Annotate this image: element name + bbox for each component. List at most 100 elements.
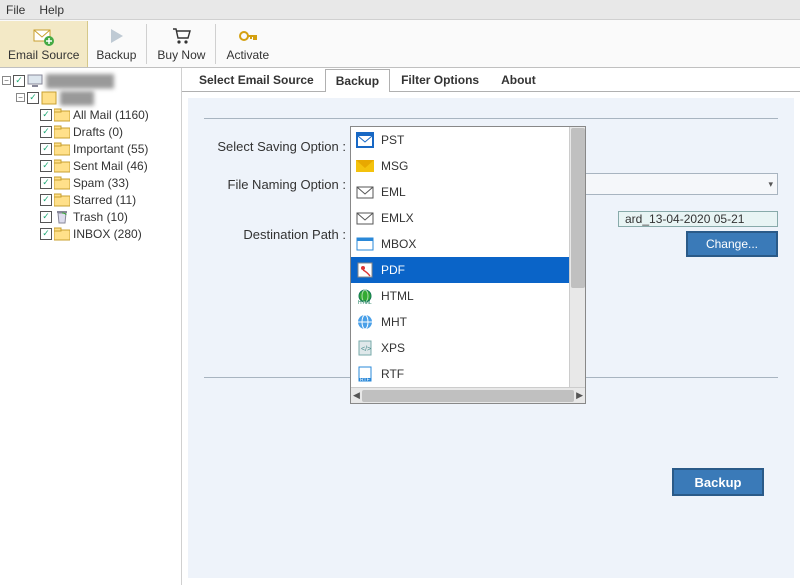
destination-path-value: ard_13-04-2020 05-21 [625,212,744,226]
scroll-right-icon[interactable]: ▶ [576,390,583,401]
tree-item[interactable]: ✓ Starred (11) [2,191,179,208]
toolbar-label: Activate [226,48,269,62]
mht-icon [355,313,375,331]
dropdown-option-label: PDF [381,263,405,277]
dropdown-option-label: MHT [381,315,407,329]
horizontal-scrollbar[interactable]: ◀ ▶ [351,387,585,403]
svg-text:RTF: RTF [360,377,370,382]
cart-icon [170,25,192,47]
dropdown-option-label: EML [381,185,406,199]
dropdown-option-msg[interactable]: MSG [351,153,585,179]
dropdown-option-xps[interactable]: </> XPS [351,335,585,361]
dropdown-option-label: PST [381,133,404,147]
change-button[interactable]: Change... [686,231,778,257]
folder-icon [54,125,70,139]
dropdown-option-emlx[interactable]: EMLX [351,205,585,231]
folder-tree: − ✓ ████████ − ✓ ████ ✓All Mail (1160)✓D… [0,68,182,585]
svg-text:</>: </> [361,346,371,353]
folder-icon [54,227,70,241]
checkbox[interactable]: ✓ [40,160,52,172]
toolbar-label: Backup [96,48,136,62]
scroll-thumb[interactable] [362,390,574,402]
eml-icon [355,209,375,227]
tree-item[interactable]: ✓ Trash (10) [2,208,179,225]
dropdown-option-pdf[interactable]: PDF [351,257,585,283]
checkbox[interactable]: ✓ [40,177,52,189]
svg-text:HTML: HTML [358,300,372,304]
chevron-down-icon: ▾ [768,179,773,190]
folder-icon [54,176,70,190]
msg-icon [355,157,375,175]
backup-button[interactable]: Backup [672,468,764,496]
destination-path-label: Destination Path : [204,227,354,242]
scroll-thumb[interactable] [571,128,585,288]
checkbox[interactable]: ✓ [40,194,52,206]
tab-backup[interactable]: Backup [325,69,390,92]
folder-icon [54,193,70,207]
expand-icon[interactable]: − [16,93,25,102]
dropdown-option-eml[interactable]: EML [351,179,585,205]
tree-root-label: ████████ [46,74,114,88]
naming-option-label: File Naming Option : [204,177,354,192]
tree-item-label: Starred (11) [73,193,136,207]
divider [204,118,778,119]
backup-panel: Select Saving Option : PDF ▾ File Naming… [188,98,794,578]
dropdown-option-mbox[interactable]: MBOX [351,231,585,257]
activate-button[interactable]: Activate [218,21,277,67]
folder-icon [54,210,70,224]
tree-item[interactable]: ✓Drafts (0) [2,123,179,140]
backup-toolbar-button[interactable]: Backup [88,21,144,67]
buy-now-button[interactable]: Buy Now [149,21,213,67]
dropdown-option-label: HTML [381,289,414,303]
rtf-icon: RTF [355,365,375,383]
pst-icon [355,131,375,149]
computer-icon [27,74,43,88]
dropdown-option-label: MBOX [381,237,416,251]
tab-filter-options[interactable]: Filter Options [390,68,490,91]
checkbox[interactable]: ✓ [40,228,52,240]
dropdown-option-rtf[interactable]: RTFRTF [351,361,585,387]
saving-option-label: Select Saving Option : [204,139,354,154]
menubar: File Help [0,0,800,20]
checkbox[interactable]: ✓ [13,75,25,87]
checkbox[interactable]: ✓ [40,126,52,138]
tree-item[interactable]: ✓ Spam (33) [2,174,179,191]
vertical-scrollbar[interactable] [569,127,585,387]
tree-item-label: Important (55) [73,142,148,156]
checkbox[interactable]: ✓ [40,109,52,121]
saving-option-dropdown: PST MSG EML EMLX MBOX PDF HTML HTML MHT </> XPS RTF… [350,126,586,404]
tree-item[interactable]: ✓ Important (55) [2,140,179,157]
checkbox[interactable]: ✓ [40,143,52,155]
tab-select-source[interactable]: Select Email Source [188,68,325,91]
separator [215,24,216,64]
folder-icon [54,142,70,156]
tab-about[interactable]: About [490,68,547,91]
tree-item-label: INBOX (280) [73,227,142,241]
checkbox[interactable]: ✓ [27,92,39,104]
dropdown-option-label: EMLX [381,211,414,225]
tree-item-label: Trash (10) [73,210,128,224]
email-source-button[interactable]: Email Source [0,21,88,67]
tree-item[interactable]: ✓All Mail (1160) [2,106,179,123]
mbox-icon [355,235,375,253]
dropdown-option-mht[interactable]: MHT [351,309,585,335]
tree-item-label: Spam (33) [73,176,129,190]
separator [146,24,147,64]
menu-file[interactable]: File [6,3,25,17]
menu-help[interactable]: Help [39,3,64,17]
checkbox[interactable]: ✓ [40,211,52,223]
destination-path-field: ard_13-04-2020 05-21 [618,211,778,227]
scroll-left-icon[interactable]: ◀ [353,390,360,401]
tree-item[interactable]: ✓Sent Mail (46) [2,157,179,174]
content-area: Select Email Source Backup Filter Option… [182,68,800,585]
folder-icon [54,159,70,173]
dropdown-option-html[interactable]: HTML HTML [351,283,585,309]
email-source-icon [33,25,55,47]
expand-icon[interactable]: − [2,76,11,85]
dropdown-option-label: XPS [381,341,405,355]
dropdown-option-pst[interactable]: PST [351,127,585,153]
toolbar: Email Source Backup Buy Now Activate [0,20,800,68]
tree-item[interactable]: ✓ INBOX (280) [2,225,179,242]
toolbar-label: Email Source [8,48,79,62]
eml-icon [355,183,375,201]
